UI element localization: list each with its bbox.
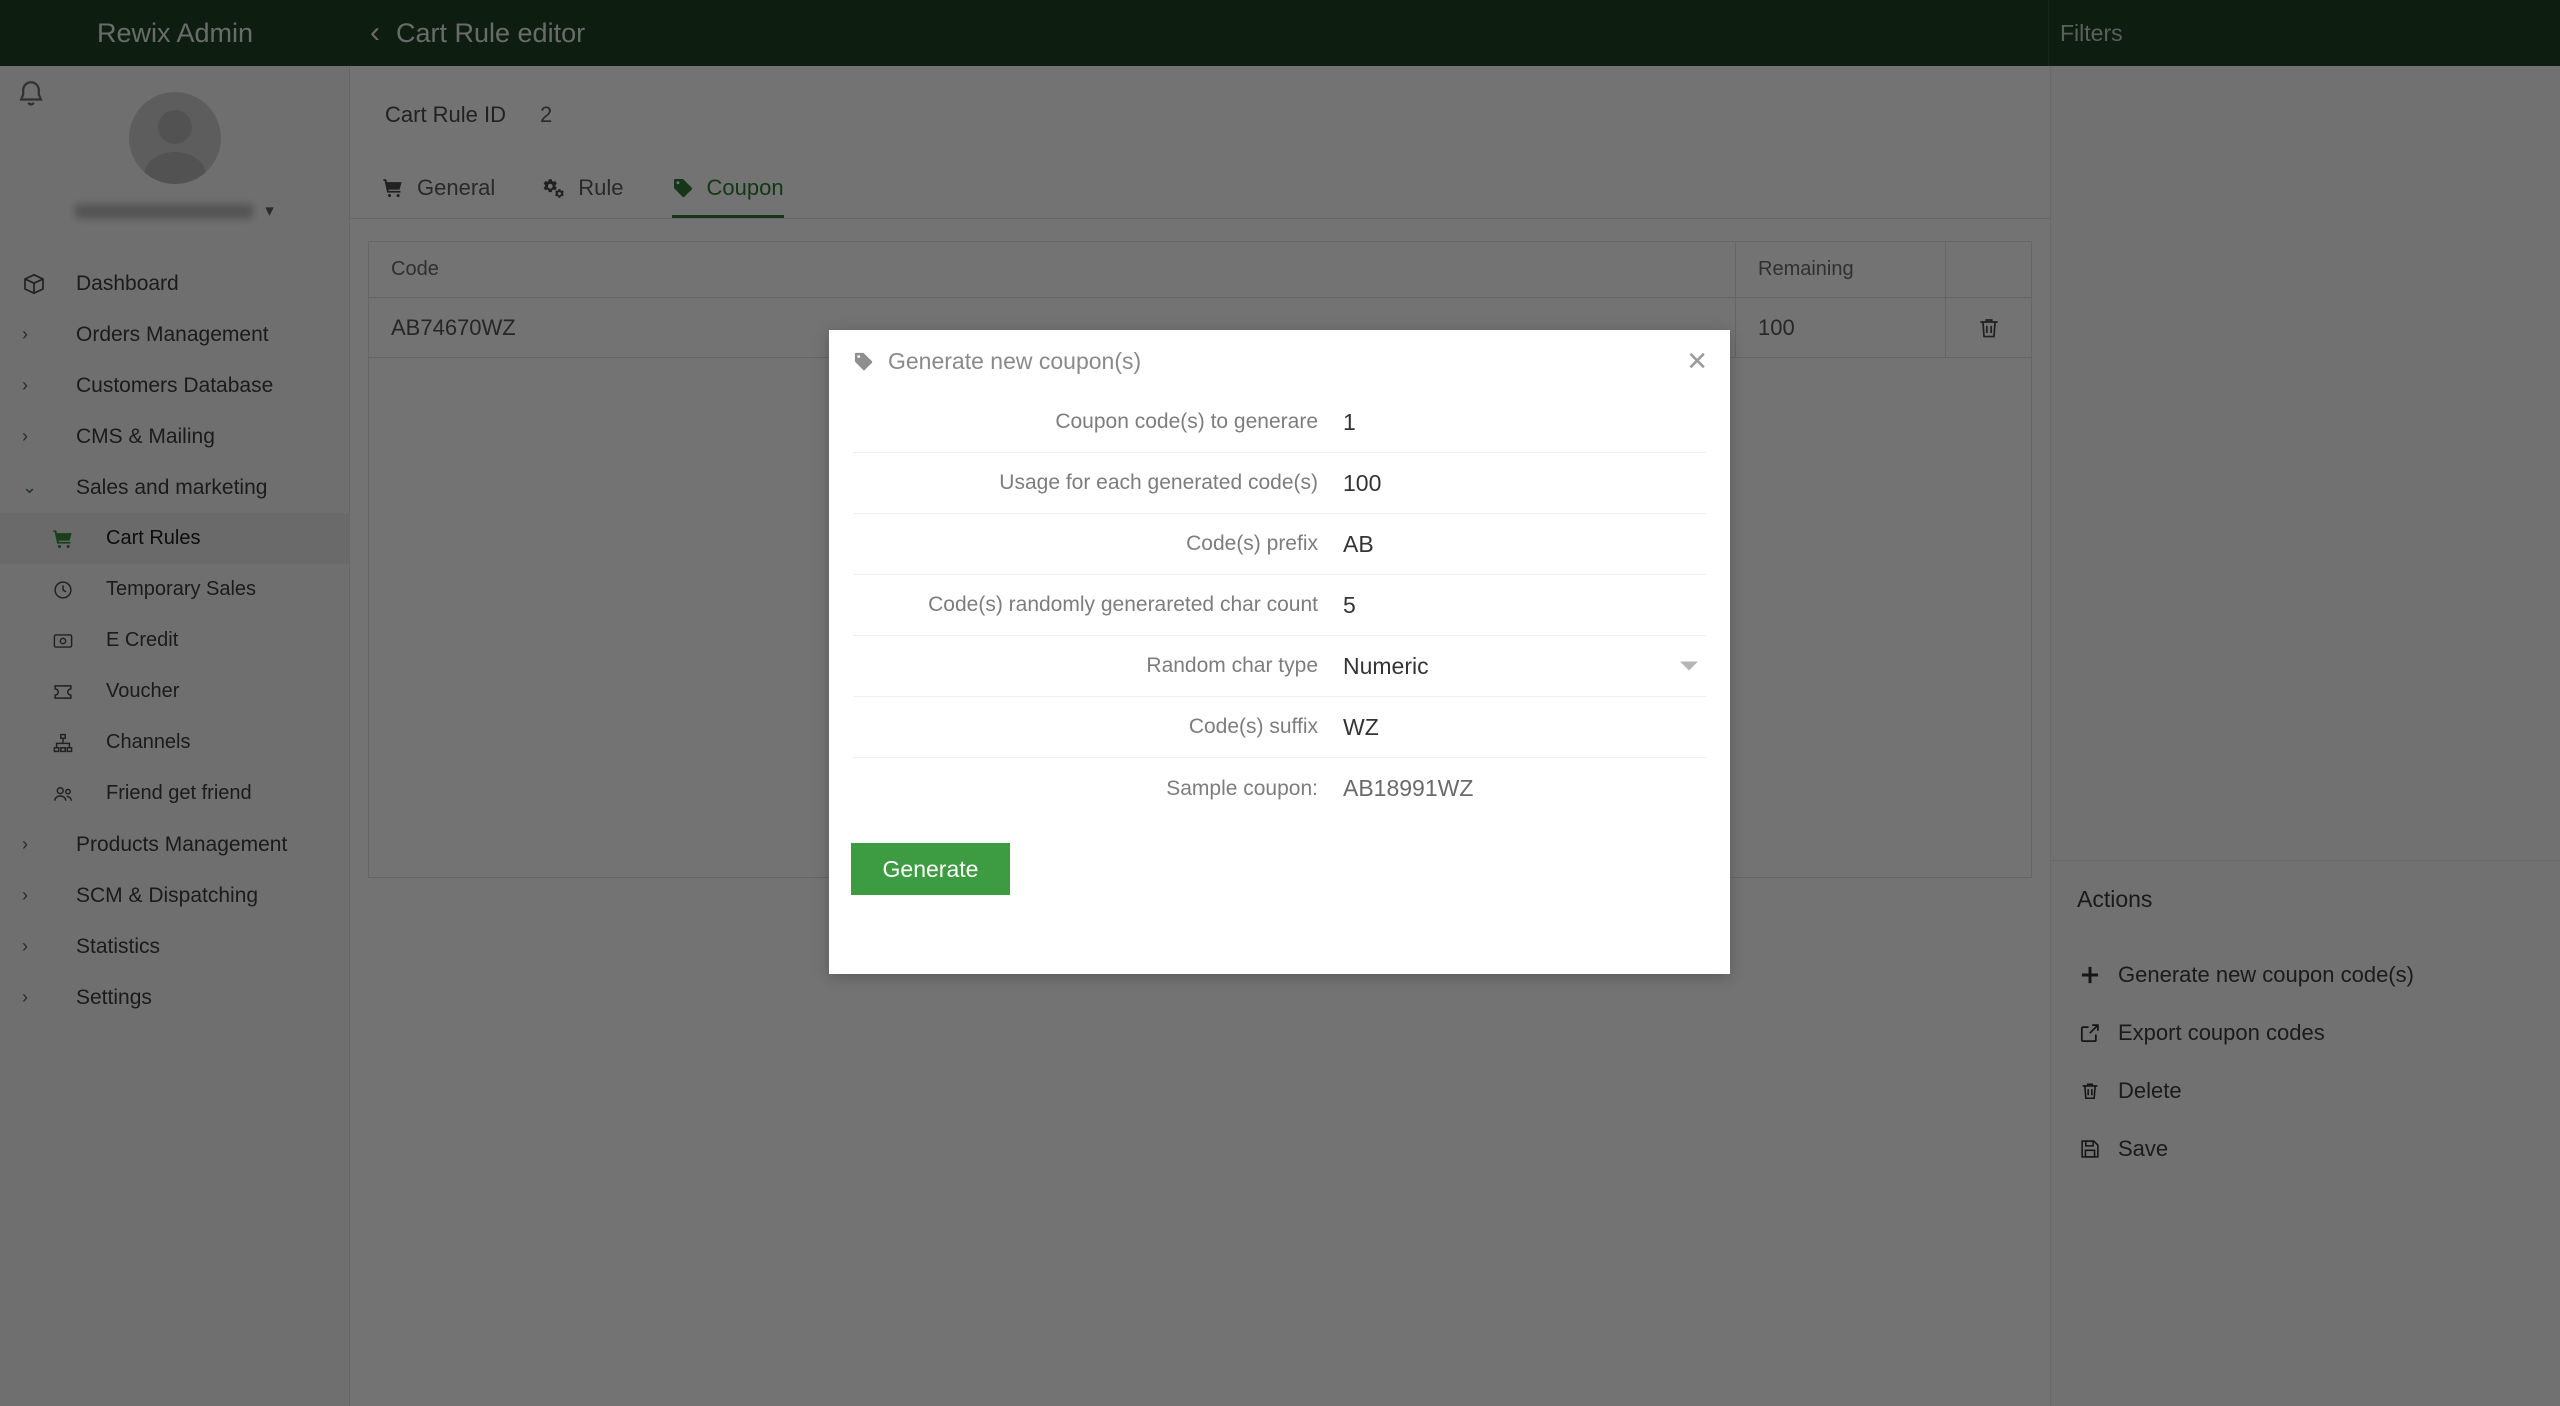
sample-coupon-row: Sample coupon: AB18991WZ [853,758,1706,819]
dialog-header: Generate new coupon(s) ✕ [829,330,1730,392]
input-coupon-code-s-to-generare[interactable]: 1 [1343,409,1706,436]
input-code-s-suffix[interactable]: WZ [1343,714,1706,741]
field-label: Random char type [1146,654,1318,677]
field-label: Coupon code(s) to generare [1055,410,1318,433]
input-code-s-randomly-generareted-char-count[interactable]: 5 [1343,592,1706,619]
dialog-title: Generate new coupon(s) [853,348,1141,375]
field-row-code-s-suffix: Code(s) suffix WZ [853,697,1706,758]
tag-icon [853,351,874,372]
select-random-char-type[interactable]: Numeric [1343,653,1706,680]
field-row-code-s-randomly-generareted-char-count: Code(s) randomly generareted char count 5 [853,575,1706,636]
dialog-form: Coupon code(s) to generare 1 Usage for eac… [829,392,1730,819]
generate-button[interactable]: Generate [851,843,1010,895]
field-label: Code(s) prefix [1186,532,1318,555]
input-code-s-prefix[interactable]: AB [1343,531,1706,558]
sample-coupon-value: AB18991WZ [1343,775,1474,801]
field-row-code-s-prefix: Code(s) prefix AB [853,514,1706,575]
field-row-random-char-type: Random char type Numeric [853,636,1706,697]
dialog-title-text: Generate new coupon(s) [888,347,1142,374]
input-usage-for-each-generated-code-s[interactable]: 100 [1343,470,1706,497]
field-row-usage-for-each-generated-code-s: Usage for each generated code(s) 100 [853,453,1706,514]
field-row-coupon-code-s-to-generare: Coupon code(s) to generare 1 [853,392,1706,453]
dialog-footer: Generate [829,819,1730,895]
caret-down-icon[interactable] [1680,661,1698,671]
field-label: Code(s) randomly generareted char count [928,593,1318,616]
sample-coupon-label: Sample coupon: [1166,776,1318,800]
close-icon[interactable]: ✕ [1686,348,1708,374]
generate-coupons-dialog: Generate new coupon(s) ✕ Coupon code(s) … [829,330,1730,974]
field-label: Code(s) suffix [1188,715,1318,738]
field-label: Usage for each generated code(s) [999,471,1318,494]
